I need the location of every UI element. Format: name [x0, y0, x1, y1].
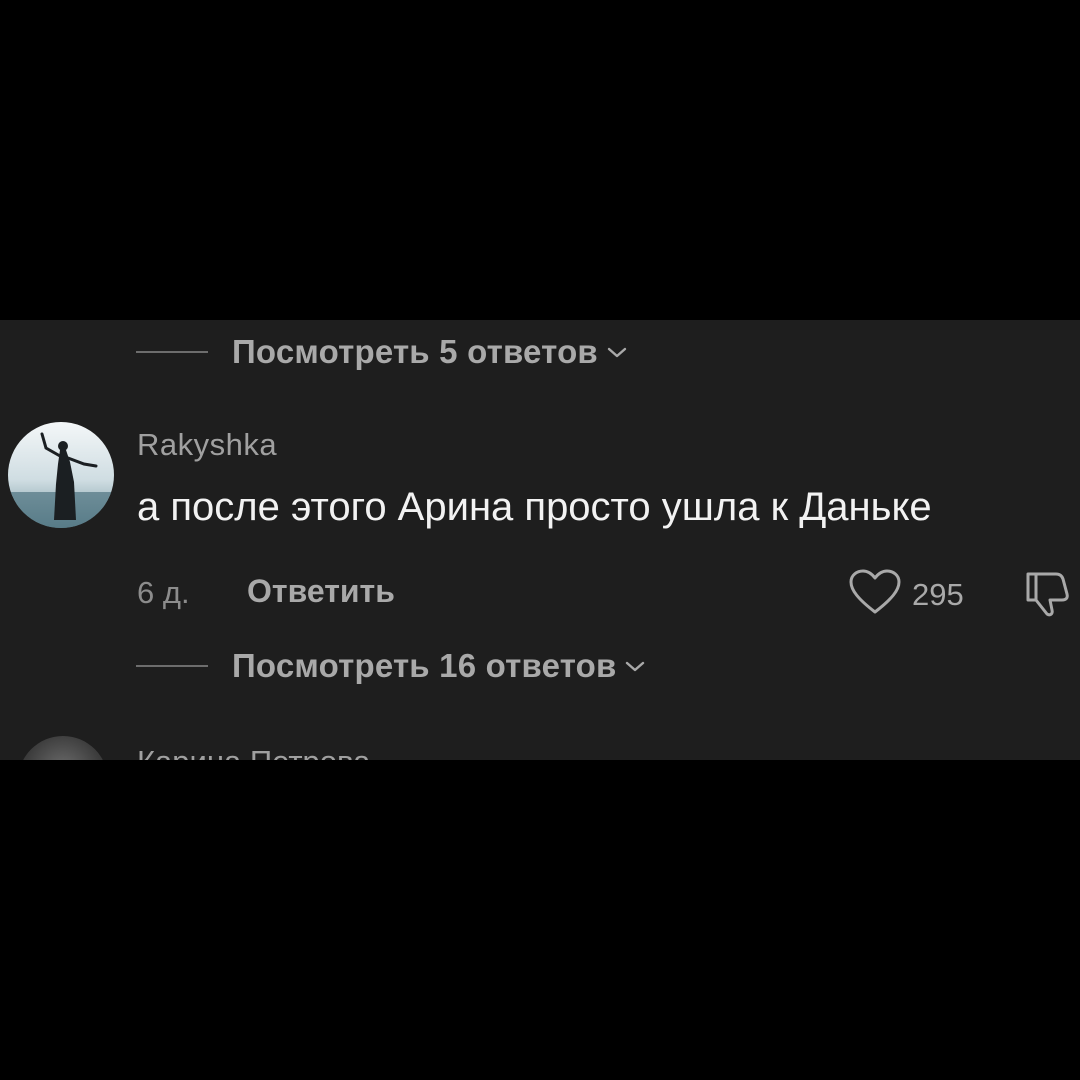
- thumbs-down-icon: [1022, 572, 1078, 624]
- view-replies-label: Посмотреть 5 ответов: [232, 333, 598, 370]
- comments-panel: Посмотреть 5 ответов Rakyshka а после эт…: [0, 320, 1080, 760]
- chevron-down-icon: [604, 342, 630, 362]
- reply-button[interactable]: Ответить: [247, 573, 395, 610]
- view-replies-button[interactable]: Посмотреть 5 ответов: [136, 332, 630, 372]
- divider-line: [136, 665, 208, 667]
- avatar[interactable]: [8, 422, 114, 528]
- heart-icon: [848, 568, 902, 621]
- comment-timestamp: 6 д.: [137, 575, 190, 610]
- next-comment-avatar[interactable]: [18, 736, 108, 760]
- divider-line: [136, 351, 208, 353]
- dislike-button[interactable]: [1022, 566, 1078, 625]
- like-count: 295: [912, 576, 964, 612]
- like-button[interactable]: 295: [848, 568, 964, 621]
- comment-text: а после этого Арина просто ушла к Даньке: [137, 485, 932, 529]
- comment-username[interactable]: Rakyshka: [137, 427, 277, 463]
- view-replies-label: Посмотреть 16 ответов: [232, 647, 617, 684]
- next-comment-username[interactable]: Карина Петрова: [137, 744, 370, 760]
- view-replies-button[interactable]: Посмотреть 16 ответов: [136, 646, 648, 686]
- chevron-down-icon: [622, 656, 648, 676]
